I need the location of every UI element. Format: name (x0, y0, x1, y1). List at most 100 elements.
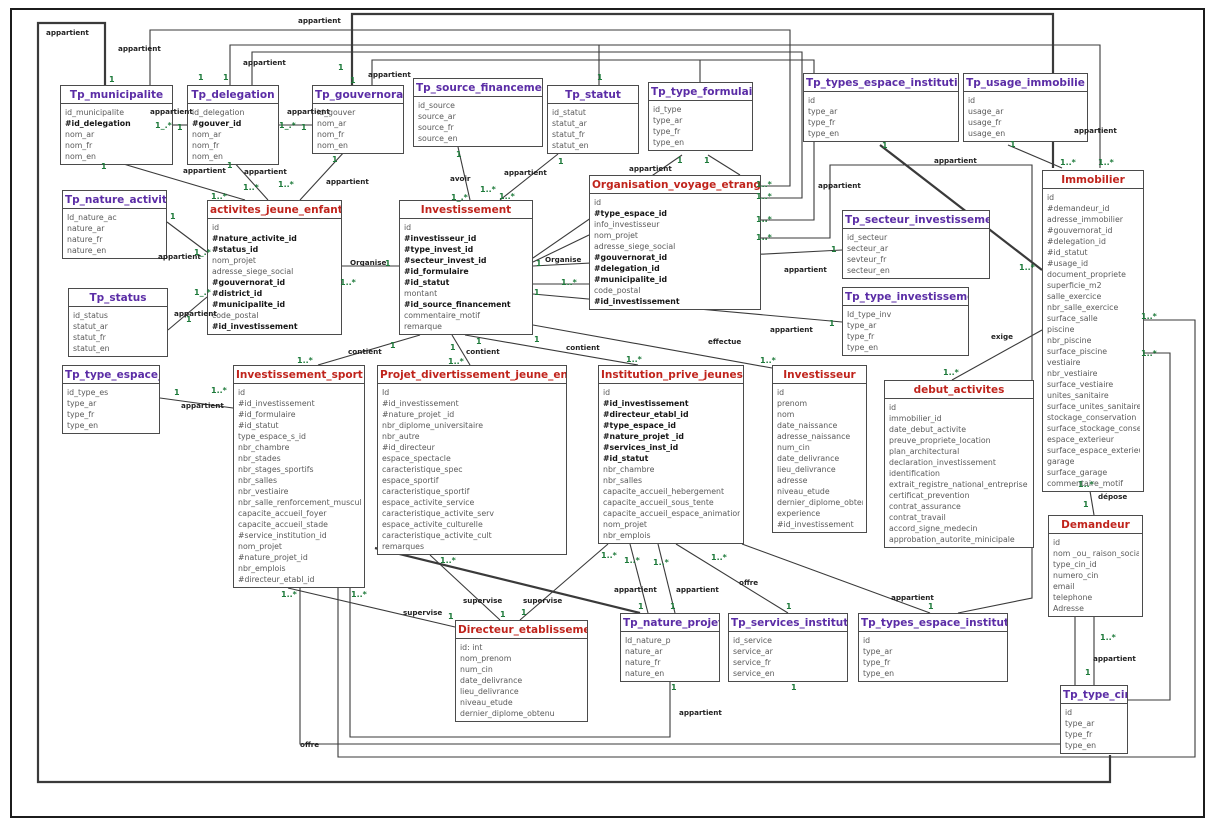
entity-attribute-list: id_statusstatut_arstatut_frstatut_en (69, 307, 167, 356)
entity-attribute: #nature_activite_id (212, 233, 338, 244)
connector-line (288, 588, 455, 627)
entity-institution-prive-jeunesse[interactable]: Institution_prive_jeunesseid#id_investis… (598, 365, 744, 544)
entity-attribute: preuve_propriete_location (889, 435, 1030, 446)
entity-attribute: nom_ar (192, 129, 275, 140)
entity-attribute: id_municipalite (65, 107, 169, 118)
entity-attribute: nbr_emplois (603, 530, 740, 541)
entity-attribute: #gouver_id (192, 118, 275, 129)
entity-projet-divertissement-jeune-enfant[interactable]: Projet_divertissement_jeune_enfantId#id_… (377, 365, 567, 555)
entity-attribute: id_status (73, 310, 164, 321)
entity-attribute: nom _ou_ raison_sociale (1053, 548, 1139, 559)
entity-attribute-list: id#nature_activite_id#status_idnom_proje… (208, 219, 341, 334)
entity-tp-statut[interactable]: Tp_statutid_statutstatut_arstatut_frstat… (547, 85, 639, 154)
entity-attribute: espace_activite_service (382, 497, 563, 508)
entity-attribute: #type_espace_id (594, 208, 757, 219)
entity-tp-type-formulaire[interactable]: Tp_type_formulaireid_typetype_artype_frt… (648, 82, 753, 151)
entity-attribute: adresse (777, 475, 863, 486)
entity-tp-services-institution[interactable]: Tp_services_institutionid_serviceservice… (728, 613, 848, 682)
entity-title: Tp_secteur_investissement (843, 211, 989, 229)
connector-line (375, 548, 640, 613)
entity-title: Demandeur (1049, 516, 1142, 534)
entity-title: Tp_type_espace_s (63, 366, 159, 384)
entity-organisation-voyage-etranger[interactable]: Organisation_voyage_etrangerid#type_espa… (589, 175, 761, 310)
connector-line (630, 544, 648, 613)
entity-attribute: type_en (1065, 740, 1124, 751)
entity-attribute: secteur_en (847, 265, 986, 276)
entity-attribute: nom_projet (212, 255, 338, 266)
entity-title: Directeur_etablissement (456, 621, 587, 639)
entity-investisseur[interactable]: Investisseuridprenomnomdate_naissanceadr… (772, 365, 867, 533)
entity-attribute: usage_en (968, 128, 1084, 139)
entity-attribute: garage (1047, 456, 1140, 467)
entity-attribute-list: Id#id_investissement#nature_projet _idnb… (378, 384, 566, 554)
entity-attribute: capacite_accueil_foyer (238, 508, 361, 519)
entity-attribute: id (238, 387, 361, 398)
entity-attribute: #nature_projet _id (603, 431, 740, 442)
entity-attribute: #id_investissement (603, 398, 740, 409)
entity-attribute-list: idprenomnomdate_naissanceadresse_naissan… (773, 384, 866, 532)
entity-attribute-list: Id_nature_pnature_arnature_frnature_en (621, 632, 719, 681)
entity-attribute: adresse_immobilier (1047, 214, 1140, 225)
entity-investissement[interactable]: Investissementid#investisseur_id#type_in… (399, 200, 533, 335)
entity-attribute: nom_fr (65, 140, 169, 151)
entity-directeur-etablissement[interactable]: Directeur_etablissementid: intnom_prenom… (455, 620, 588, 722)
entity-tp-types-espace-institution-bottom[interactable]: Tp_types_espace_institutionidtype_artype… (858, 613, 1008, 682)
entity-attribute: nom (777, 409, 863, 420)
entity-attribute: nbr_vestiaire (238, 486, 361, 497)
entity-attribute: nbr_salle_renforcement_musculaire (238, 497, 361, 508)
entity-tp-type-cin[interactable]: Tp_type_cinidtype_artype_frtype_en (1060, 685, 1128, 754)
entity-tp-type-espace-s[interactable]: Tp_type_espace_sid_type_estype_artype_fr… (62, 365, 160, 434)
entity-attribute: code_postal (594, 285, 757, 296)
entity-attribute: #type_invest_id (404, 244, 529, 255)
entity-attribute: nbr_emplois (238, 563, 361, 574)
entity-tp-nature-activite[interactable]: Tp_nature_activiteId_nature_acnature_arn… (62, 190, 167, 259)
entity-tp-nature-projet[interactable]: Tp_nature_projetId_nature_pnature_arnatu… (620, 613, 720, 682)
entity-attribute: lieu_delivrance (460, 686, 584, 697)
entity-attribute: contrat_travail (889, 512, 1030, 523)
entity-tp-type-investissement[interactable]: Tp_type_investissementId_type_invtype_ar… (842, 287, 969, 356)
entity-attribute-list: id_delegation#gouver_idnom_arnom_frnom_e… (188, 104, 278, 164)
entity-activites-jeune-enfant[interactable]: activites_jeune_enfantid#nature_activite… (207, 200, 342, 335)
entity-attribute: statut_fr (73, 332, 164, 343)
entity-demandeur[interactable]: Demandeuridnom _ou_ raison_socialetype_c… (1048, 515, 1143, 617)
entity-tp-secteur-investissement[interactable]: Tp_secteur_investissementid_secteursecte… (842, 210, 990, 279)
entity-attribute: code_postal (212, 310, 338, 321)
entity-immobilier[interactable]: Immobilierid#demandeur_idadresse_immobil… (1042, 170, 1144, 492)
entity-attribute: nbr_autre (382, 431, 563, 442)
entity-attribute: surface_vestiaire (1047, 379, 1140, 390)
entity-attribute: caracteristique_activite_cult (382, 530, 563, 541)
entity-attribute: capacite_accueil_hebergement (603, 486, 740, 497)
entity-attribute: extrait_registre_national_entreprise (889, 479, 1030, 490)
entity-tp-usage-immobilie[interactable]: Tp_usage_immobilieidusage_arusage_frusag… (963, 73, 1088, 142)
entity-attribute: document_propriete (1047, 269, 1140, 280)
entity-attribute: #id_investissement (382, 398, 563, 409)
entity-attribute: #id_source_financement (404, 299, 529, 310)
entity-attribute: statut_en (73, 343, 164, 354)
connector-line (160, 398, 233, 408)
entity-title: Tp_status (69, 289, 167, 307)
connector-line (1090, 491, 1094, 515)
entity-attribute: #district_id (212, 288, 338, 299)
entity-attribute-list: idnom _ou_ raison_socialetype_cin_idnume… (1049, 534, 1142, 616)
entity-attribute: date_delivrance (777, 453, 863, 464)
entity-tp-source-financement[interactable]: Tp_source_financementid_sourcesource_ars… (413, 78, 543, 147)
entity-attribute: identification (889, 468, 1030, 479)
connector-line (520, 544, 608, 620)
entity-attribute: nbr_stages_sportifs (238, 464, 361, 475)
entity-attribute: type_en (67, 420, 156, 431)
entity-tp-types-espace-institution-top[interactable]: Tp_types_espace_institutionidtype_artype… (803, 73, 959, 142)
entity-attribute: declaration_investissement (889, 457, 1030, 468)
entity-attribute: statut_ar (73, 321, 164, 332)
entity-attribute: #service_institution_id (238, 530, 361, 541)
entity-investissement-sport[interactable]: Investissement_sportid#id_investissement… (233, 365, 365, 588)
entity-title: Tp_statut (548, 86, 638, 104)
entity-attribute: #id_formulaire (238, 409, 361, 420)
entity-tp-gouvernorat[interactable]: Tp_gouvernoratid_gouvernom_arnom_frnom_e… (312, 85, 404, 154)
entity-tp-municipalite[interactable]: Tp_municipaliteid_municipalite#id_delega… (60, 85, 173, 165)
entity-attribute-list: id#type_espace_idinfo_investisseurnom_pr… (590, 194, 760, 309)
entity-tp-status[interactable]: Tp_statusid_statusstatut_arstatut_frstat… (68, 288, 168, 357)
entity-attribute: unites_sanitaire (1047, 390, 1140, 401)
entity-debut-activites[interactable]: debut_activitesidimmobilier_iddate_debut… (884, 380, 1034, 548)
entity-tp-delegation[interactable]: Tp_delegationid_delegation#gouver_idnom_… (187, 85, 279, 165)
entity-attribute: #id_delegation (65, 118, 169, 129)
